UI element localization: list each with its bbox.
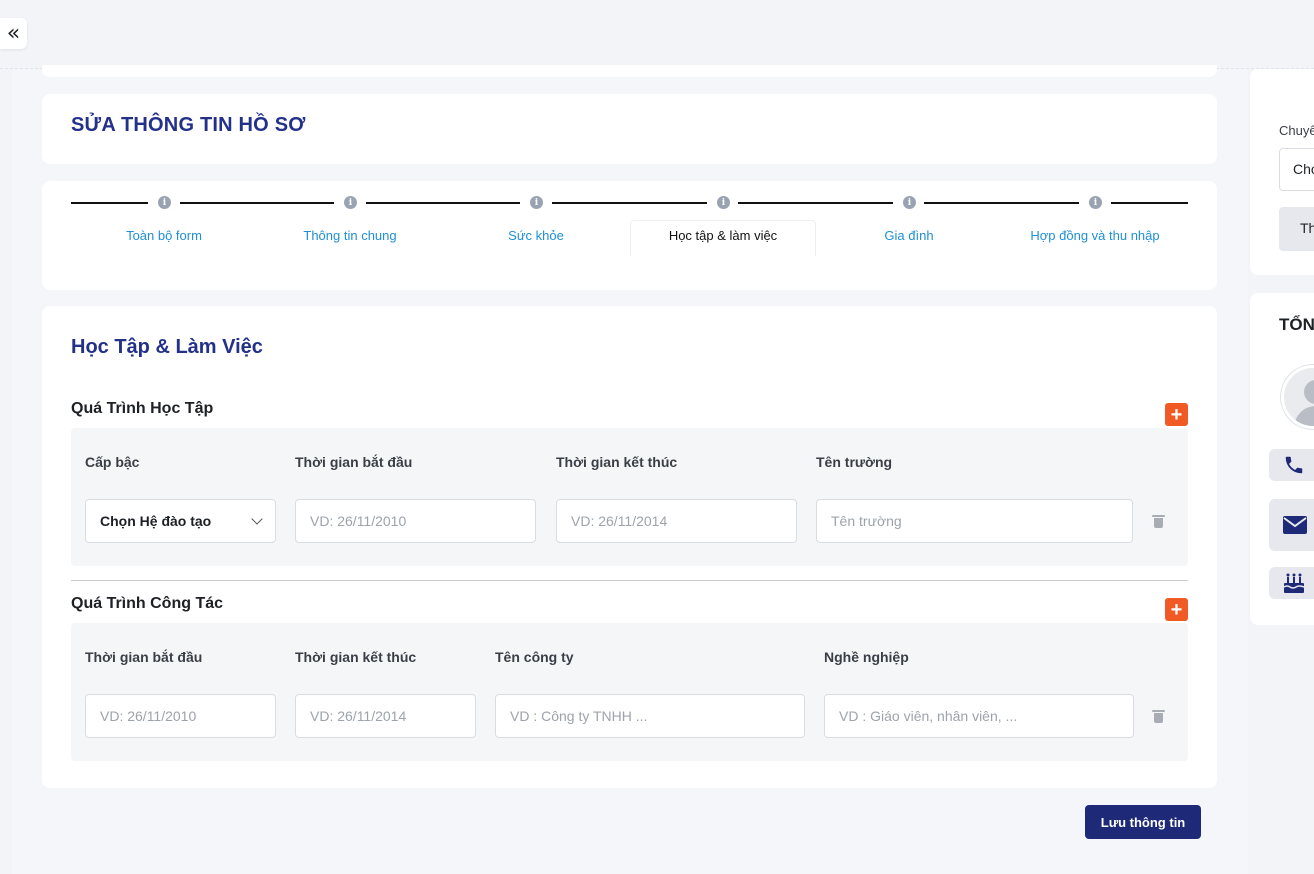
tab-family[interactable]: Gia đình bbox=[884, 228, 933, 243]
top-bar: « bbox=[0, 0, 1314, 69]
previous-card-edge bbox=[42, 65, 1217, 77]
transfer-button[interactable]: Th bbox=[1279, 207, 1314, 251]
summary-title: TỔN bbox=[1279, 315, 1314, 334]
page-title: SỬA THÔNG TIN HỒ SƠ bbox=[71, 114, 306, 136]
step-line bbox=[71, 202, 148, 204]
step-line bbox=[924, 202, 1079, 204]
info-icon: i bbox=[717, 196, 730, 209]
title-card: SỬA THÔNG TIN HỒ SƠ bbox=[42, 94, 1217, 164]
save-button[interactable]: Lưu thông tin bbox=[1085, 805, 1201, 839]
col-level: Cấp bậc bbox=[85, 454, 140, 470]
section-divider bbox=[71, 580, 1188, 581]
transfer-select[interactable]: Chọ bbox=[1279, 148, 1314, 191]
right-panel: Chuyể Chọ Th TỔN bbox=[1250, 69, 1314, 874]
summary-card: TỔN bbox=[1250, 293, 1314, 625]
add-education-button[interactable]: + bbox=[1165, 403, 1188, 426]
col-job: Nghề nghiệp bbox=[824, 649, 909, 665]
education-end-input[interactable]: VD: 26/11/2014 bbox=[556, 499, 797, 543]
col-start: Thời gian bắt đầu bbox=[295, 454, 413, 470]
step-line bbox=[1111, 202, 1188, 204]
step-line bbox=[552, 202, 707, 204]
education-work-form: Học Tập & Làm Việc Quá Trình Học Tập + C… bbox=[42, 306, 1217, 788]
level-select[interactable]: Chọn Hệ đào tạo bbox=[85, 499, 276, 543]
info-icon: i bbox=[1089, 196, 1102, 209]
level-select-value: Chọn Hệ đào tạo bbox=[100, 513, 212, 529]
tab-full-form[interactable]: Toàn bộ form bbox=[126, 228, 202, 243]
avatar bbox=[1281, 365, 1314, 429]
tab-contract-income[interactable]: Hợp đồng và thu nhập bbox=[1030, 228, 1159, 243]
company-name-input[interactable]: VD : Công ty TNHH ... bbox=[495, 694, 805, 738]
work-row-group: Thời gian bắt đầu Thời gian kết thúc Tên… bbox=[71, 623, 1188, 761]
work-title: Quá Trình Công Tác bbox=[71, 595, 224, 612]
section-title: Học Tập & Làm Việc bbox=[71, 336, 263, 358]
education-start-input[interactable]: VD: 26/11/2010 bbox=[295, 499, 536, 543]
col-school: Tên trường bbox=[816, 454, 893, 470]
tab-education-work[interactable]: Học tập & làm việc bbox=[669, 228, 777, 243]
step-line bbox=[738, 202, 893, 204]
col-work-end: Thời gian kết thúc bbox=[295, 649, 417, 665]
birthday-cake-icon[interactable] bbox=[1269, 567, 1314, 599]
job-input[interactable]: VD : Giáo viên, nhân viên, ... bbox=[824, 694, 1134, 738]
tab-general-info[interactable]: Thông tin chung bbox=[303, 228, 396, 243]
collapse-sidebar-icon[interactable]: « bbox=[0, 18, 27, 49]
col-work-start: Thời gian bắt đầu bbox=[85, 649, 203, 665]
education-title: Quá Trình Học Tập bbox=[71, 400, 214, 417]
info-icon: i bbox=[903, 196, 916, 209]
work-start-input[interactable]: VD: 26/11/2010 bbox=[85, 694, 276, 738]
trash-icon[interactable] bbox=[1152, 515, 1165, 528]
col-end: Thời gian kết thúc bbox=[556, 454, 678, 470]
work-end-input[interactable]: VD: 26/11/2014 bbox=[295, 694, 476, 738]
phone-icon[interactable] bbox=[1269, 449, 1314, 481]
step-line bbox=[366, 202, 520, 204]
transfer-label: Chuyể bbox=[1279, 123, 1314, 138]
school-name-input[interactable]: Tên trường bbox=[816, 499, 1133, 543]
education-row-group: Cấp bậc Thời gian bắt đầu Thời gian kết … bbox=[71, 428, 1188, 566]
info-icon: i bbox=[344, 196, 357, 209]
info-icon: i bbox=[530, 196, 543, 209]
main-content: SỬA THÔNG TIN HỒ SƠ i i i i i i Toàn bộ … bbox=[12, 65, 1248, 874]
col-company: Tên công ty bbox=[495, 649, 574, 665]
transfer-card: Chuyể Chọ Th bbox=[1250, 69, 1314, 275]
tab-health[interactable]: Sức khỏe bbox=[508, 228, 564, 243]
info-icon: i bbox=[158, 196, 171, 209]
chevron-down-icon bbox=[251, 513, 263, 525]
stepper: i i i i i i Toàn bộ form Thông tin chung… bbox=[42, 181, 1217, 290]
mail-icon[interactable] bbox=[1269, 499, 1314, 551]
add-work-button[interactable]: + bbox=[1165, 598, 1188, 621]
trash-icon[interactable] bbox=[1152, 710, 1165, 723]
step-line bbox=[180, 202, 334, 204]
